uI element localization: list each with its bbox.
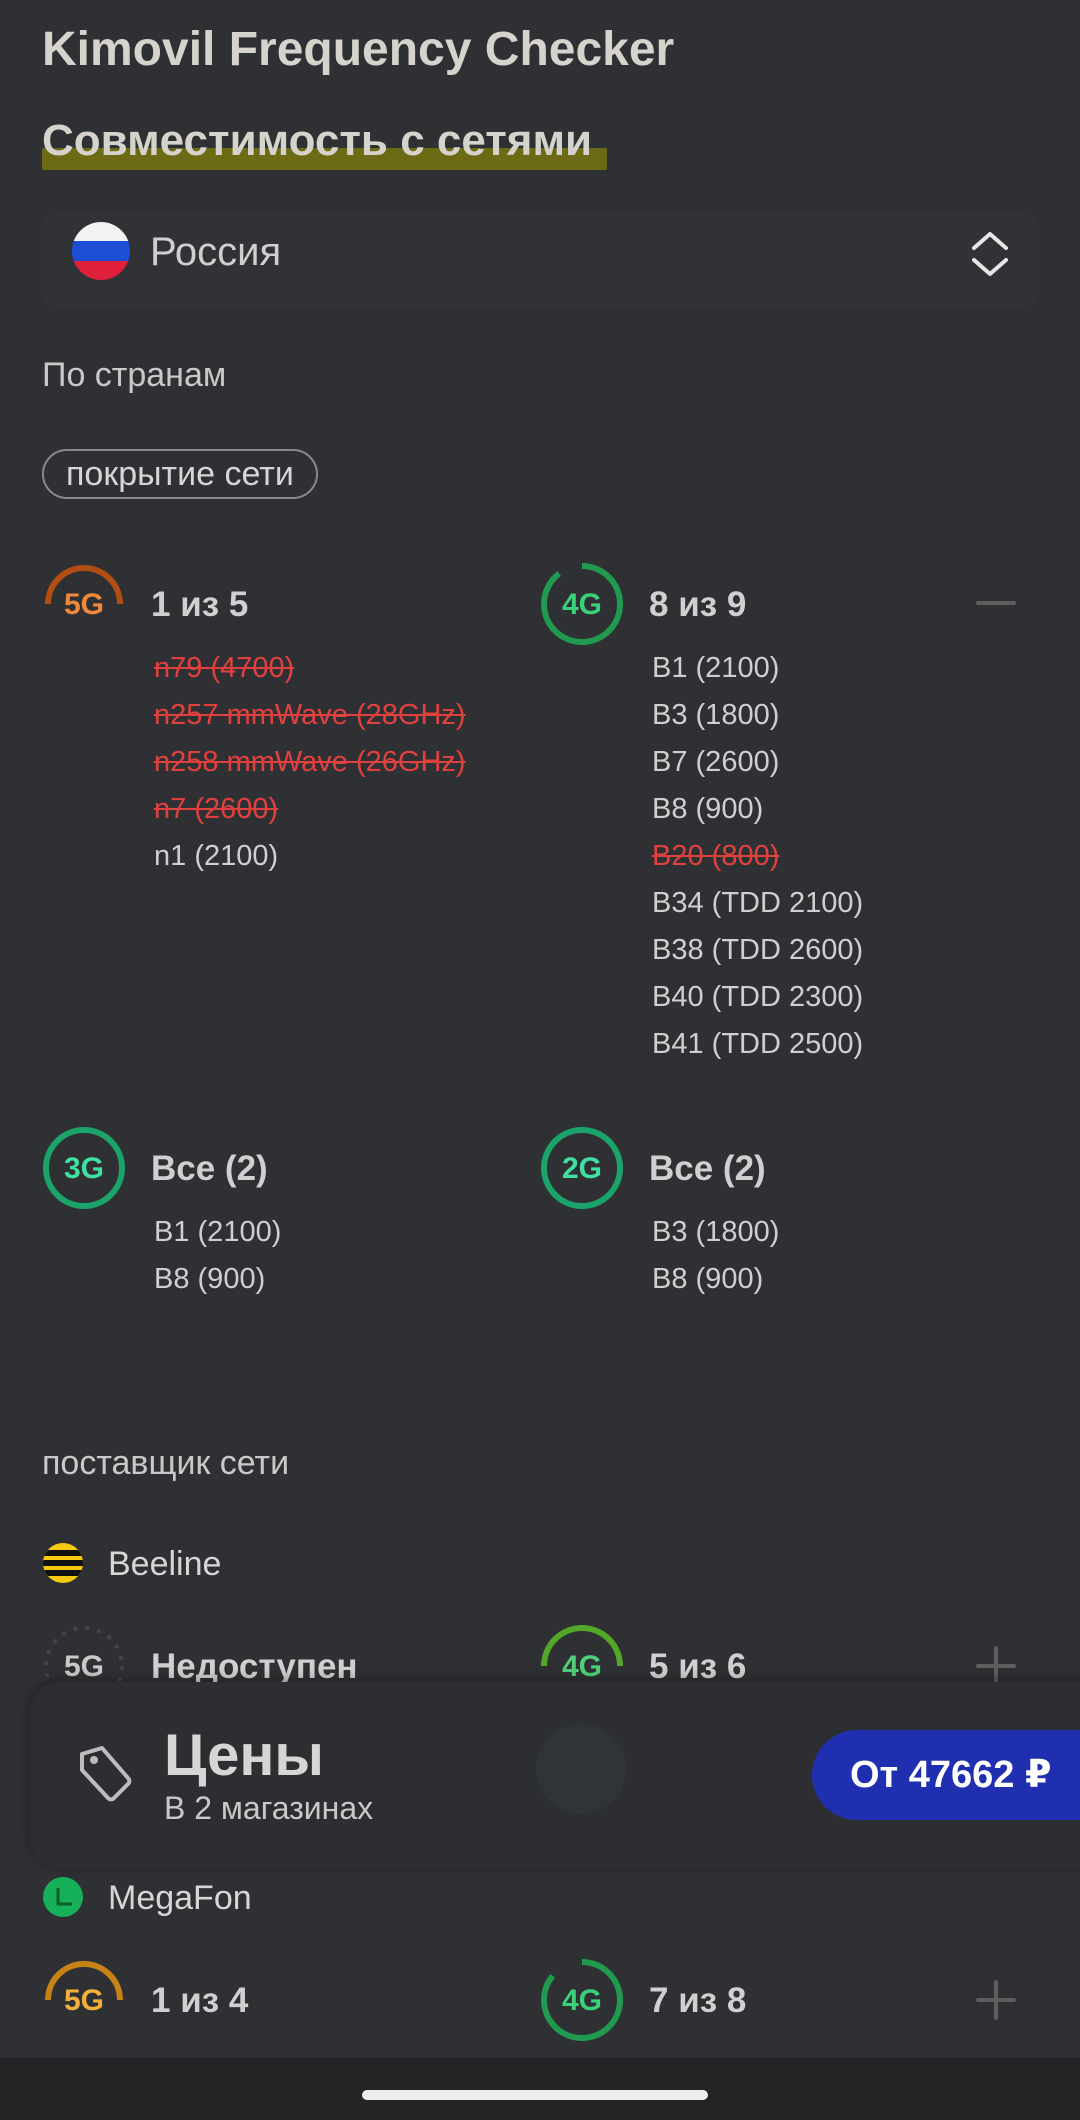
- band-item: B3 (1800): [652, 1216, 780, 1248]
- band-item: n257 mmWave (28GHz): [154, 699, 466, 731]
- band-item: B40 (TDD 2300): [652, 981, 864, 1013]
- hidden-ring-icon: [536, 1724, 626, 1814]
- band-item: B8 (900): [652, 1263, 764, 1295]
- band-item: B38 (TDD 2600): [652, 934, 864, 966]
- operator-name-beeline[interactable]: Beeline: [108, 1545, 221, 1584]
- 2g-label: 2G: [561, 1152, 603, 1185]
- beeline-logo-icon: [43, 1543, 83, 1583]
- provider-label: поставщик сети: [42, 1444, 290, 1482]
- operator-name-megafon[interactable]: MegaFon: [108, 1879, 252, 1918]
- megafon-4g-label: 4G: [561, 1984, 603, 2017]
- band-item: n79 (4700): [154, 652, 295, 684]
- band-item: B1 (2100): [652, 652, 780, 684]
- app-title: Kimovil Frequency Checker: [42, 23, 675, 76]
- home-handle[interactable]: [362, 2090, 708, 2100]
- megafon-5g-label: 5G: [63, 1984, 105, 2017]
- band-item: n7 (2600): [154, 793, 279, 825]
- chevron-up-down-icon[interactable]: [968, 224, 1012, 284]
- prices-subtitle: В 2 магазинах: [164, 1790, 374, 1826]
- beeline-4g-count: 5 из 6: [649, 1647, 747, 1686]
- 4g-label: 4G: [561, 588, 603, 621]
- beeline-4g-label: 4G: [561, 1650, 603, 1683]
- prices-title: Цены: [164, 1723, 324, 1788]
- country-name: Россия: [150, 230, 282, 274]
- system-nav-bar: [0, 2058, 1080, 2120]
- price-tag-icon: [80, 1746, 132, 1802]
- 5g-count: 1 из 5: [151, 585, 249, 624]
- band-item: B1 (2100): [154, 1216, 282, 1248]
- megafon-logo-icon: [43, 1877, 83, 1917]
- coverage-chip[interactable]: покрытие сети: [42, 449, 318, 499]
- by-country-label: По странам: [42, 356, 227, 394]
- 4g-count: 8 из 9: [649, 585, 747, 624]
- 2g-count: Все (2): [649, 1149, 766, 1188]
- collapse-icon[interactable]: [976, 596, 1016, 610]
- beeline-5g-status: Недоступен: [151, 1647, 358, 1686]
- 3g-count: Все (2): [151, 1149, 268, 1188]
- band-item: n1 (2100): [154, 840, 279, 872]
- expand-icon[interactable]: [976, 1980, 1016, 2020]
- 3g-label: 3G: [63, 1152, 105, 1185]
- price-button[interactable]: От 47662 ₽: [812, 1730, 1080, 1820]
- band-item: B20 (800): [652, 840, 780, 872]
- band-item: B34 (TDD 2100): [652, 887, 864, 919]
- band-item: B7 (2600): [652, 746, 780, 778]
- beeline-5g-label: 5G: [63, 1650, 105, 1683]
- megafon-4g-count: 7 из 8: [649, 1981, 747, 2020]
- band-item: B41 (TDD 2500): [652, 1028, 864, 1060]
- 5g-label: 5G: [63, 588, 105, 621]
- band-item: n258 mmWave (26GHz): [154, 746, 466, 778]
- expand-icon[interactable]: [976, 1646, 1016, 1686]
- band-item: B3 (1800): [652, 699, 780, 731]
- band-item: B8 (900): [652, 793, 764, 825]
- russia-flag-icon: [72, 222, 130, 280]
- section-title: Совместимость с сетями: [42, 116, 593, 165]
- band-item: B8 (900): [154, 1263, 266, 1295]
- megafon-5g-count: 1 из 4: [151, 1981, 249, 2020]
